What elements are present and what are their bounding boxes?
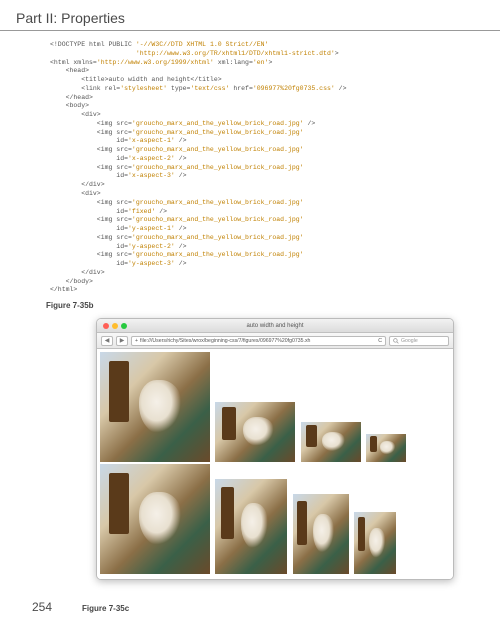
url-bar[interactable]: + file:///Users/richy/Sites/wrox/beginni…	[131, 336, 386, 346]
image-row-x	[100, 352, 450, 462]
painting-image	[366, 434, 406, 462]
url-text: file:///Users/richy/Sites/wrox/beginning…	[140, 338, 310, 344]
browser-toolbar: ◀ ▶ + file:///Users/richy/Sites/wrox/beg…	[97, 333, 453, 349]
painting-image	[100, 352, 210, 462]
forward-button[interactable]: ▶	[116, 336, 128, 346]
painting-image	[293, 494, 349, 574]
painting-image	[354, 512, 396, 574]
search-input[interactable]: Google	[389, 336, 449, 346]
browser-window: auto width and height ◀ ▶ + file:///User…	[96, 318, 454, 580]
code-listing: <!DOCTYPE html PUBLIC '-//W3C//DTD XHTML…	[0, 31, 500, 299]
back-button[interactable]: ◀	[101, 336, 113, 346]
image-row-y	[100, 464, 450, 574]
page-footer: 254 Figure 7-35c	[0, 600, 500, 614]
reload-icon[interactable]: C	[378, 338, 382, 344]
painting-image	[215, 402, 295, 462]
page-number: 254	[32, 600, 52, 614]
browser-viewport	[97, 349, 453, 579]
painting-image	[215, 479, 287, 574]
browser-titlebar: auto width and height	[97, 319, 453, 333]
window-title: auto width and height	[97, 323, 453, 329]
add-icon: +	[135, 338, 138, 344]
page-header: Part II: Properties	[0, 0, 500, 31]
figure-label-b: Figure 7-35b	[0, 301, 500, 310]
part-title: Part II: Properties	[16, 10, 125, 26]
figure-label-c: Figure 7-35c	[82, 604, 129, 613]
search-placeholder: Google	[401, 338, 418, 344]
painting-image	[100, 464, 210, 574]
search-icon	[393, 338, 399, 344]
painting-image	[301, 422, 361, 462]
